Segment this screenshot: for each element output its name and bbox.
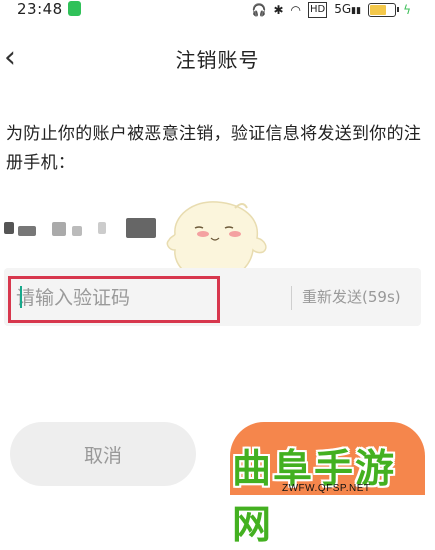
verification-code-row: 重新发送(59s) <box>4 268 421 326</box>
resend-code-button[interactable]: 重新发送(59s) <box>302 286 401 307</box>
title-bar: ‹ 注销账号 <box>0 36 435 80</box>
text-caret <box>20 286 22 308</box>
bluetooth-icon: ✱ <box>273 3 284 17</box>
battery-icon <box>368 3 400 17</box>
masked-phone-number <box>4 218 164 240</box>
cancel-button[interactable]: 取消 <box>10 422 196 486</box>
charging-icon: ϟ <box>403 3 411 17</box>
headphones-icon: 🎧 <box>251 3 267 17</box>
hd-badge: HD <box>308 2 328 18</box>
status-bar: 23:48 🎧 ✱ ◠ HD 5G▮▮ ϟ <box>0 0 435 22</box>
status-icons: 🎧 ✱ ◠ HD 5G▮▮ ϟ <box>251 2 411 18</box>
wifi-icon: ◠ <box>290 3 301 17</box>
page-title: 注销账号 <box>175 48 260 72</box>
signal-icon: 5G▮▮ <box>334 2 362 16</box>
notification-app-icon <box>68 1 81 16</box>
divider <box>291 286 292 310</box>
verification-code-input[interactable] <box>14 278 213 318</box>
instruction-text: 为防止你的账户被恶意注销，验证信息将发送到你的注册手机： <box>6 124 422 173</box>
watermark-url: ZWFW.QFSP.NET <box>282 483 371 494</box>
signal-label: 5G <box>334 2 352 16</box>
watermark-title: 曲阜手游网 <box>232 447 397 548</box>
status-time: 23:48 <box>17 0 63 18</box>
